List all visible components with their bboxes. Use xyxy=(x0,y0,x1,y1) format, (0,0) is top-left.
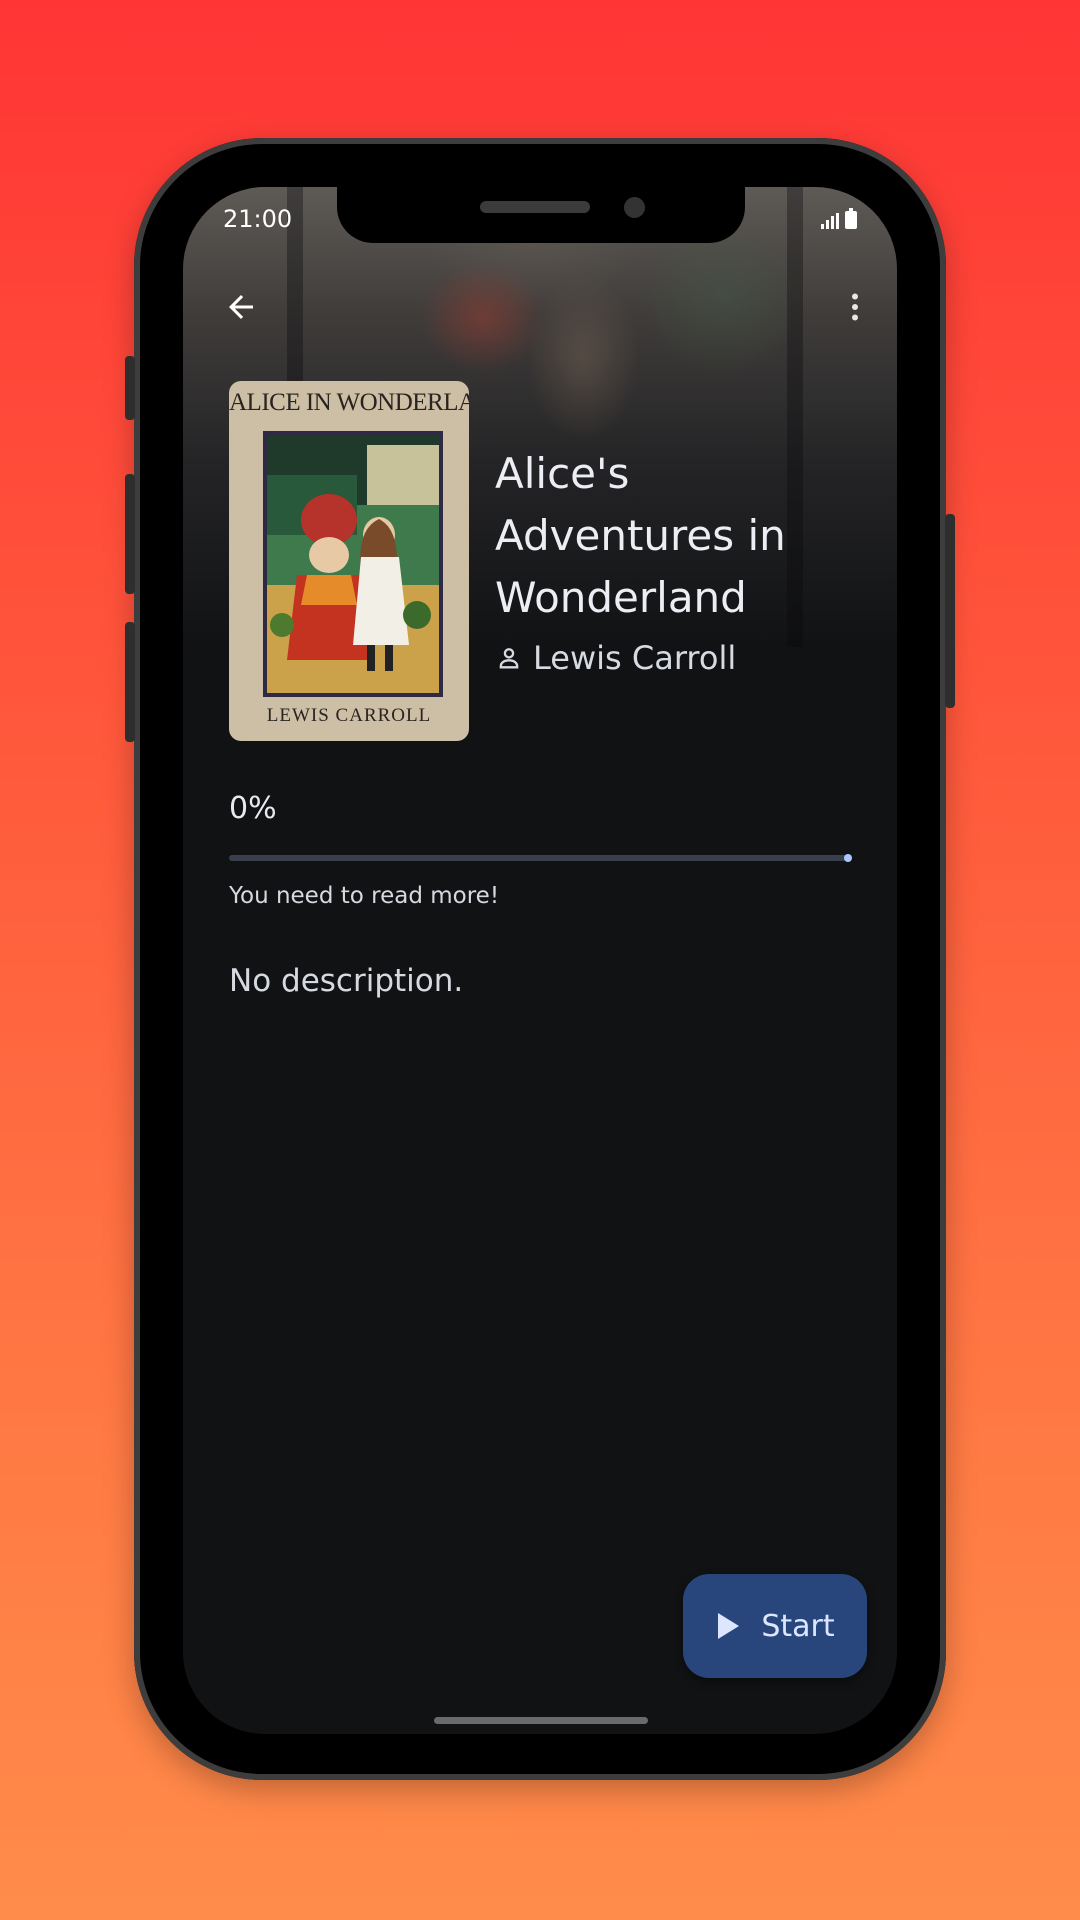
start-button-label: Start xyxy=(761,1608,835,1644)
cover-title: ALICE IN WONDERLAND xyxy=(229,389,469,416)
more-vert-icon xyxy=(852,293,858,321)
status-icons xyxy=(821,208,857,229)
signal-icon xyxy=(821,213,839,229)
home-indicator[interactable] xyxy=(434,1717,648,1724)
app-screen: 21:00 ALICE IN WONDERLAND xyxy=(183,187,897,1734)
progress-note: You need to read more! xyxy=(229,883,500,909)
author-name: Lewis Carroll xyxy=(533,639,737,677)
book-cover[interactable]: ALICE IN WONDERLAND LEWIS CARROLL xyxy=(229,381,469,741)
status-time: 21:00 xyxy=(223,205,293,233)
progress-bar xyxy=(229,854,852,862)
phone-side-button xyxy=(125,622,135,742)
phone-side-button xyxy=(945,514,955,708)
back-button[interactable] xyxy=(213,279,269,335)
progress-end-dot xyxy=(844,854,852,862)
cover-author: LEWIS CARROLL xyxy=(266,705,432,726)
play-icon xyxy=(718,1613,740,1639)
more-options-button[interactable] xyxy=(827,279,883,335)
battery-icon xyxy=(845,208,857,229)
phone-side-button xyxy=(125,474,135,594)
progress-percent: 0% xyxy=(229,791,277,826)
phone-side-button xyxy=(125,356,135,420)
person-icon xyxy=(499,648,519,669)
book-description: No description. xyxy=(229,963,464,999)
notch xyxy=(337,187,745,243)
author-row[interactable]: Lewis Carroll xyxy=(495,639,736,677)
cover-illustration xyxy=(263,431,443,697)
book-title: Alice's Adventures in Wonderland xyxy=(495,449,786,622)
front-camera xyxy=(624,197,645,218)
arrow-back-icon xyxy=(229,295,253,319)
start-reading-button[interactable]: Start xyxy=(683,1574,867,1678)
speaker-grille xyxy=(480,201,590,213)
